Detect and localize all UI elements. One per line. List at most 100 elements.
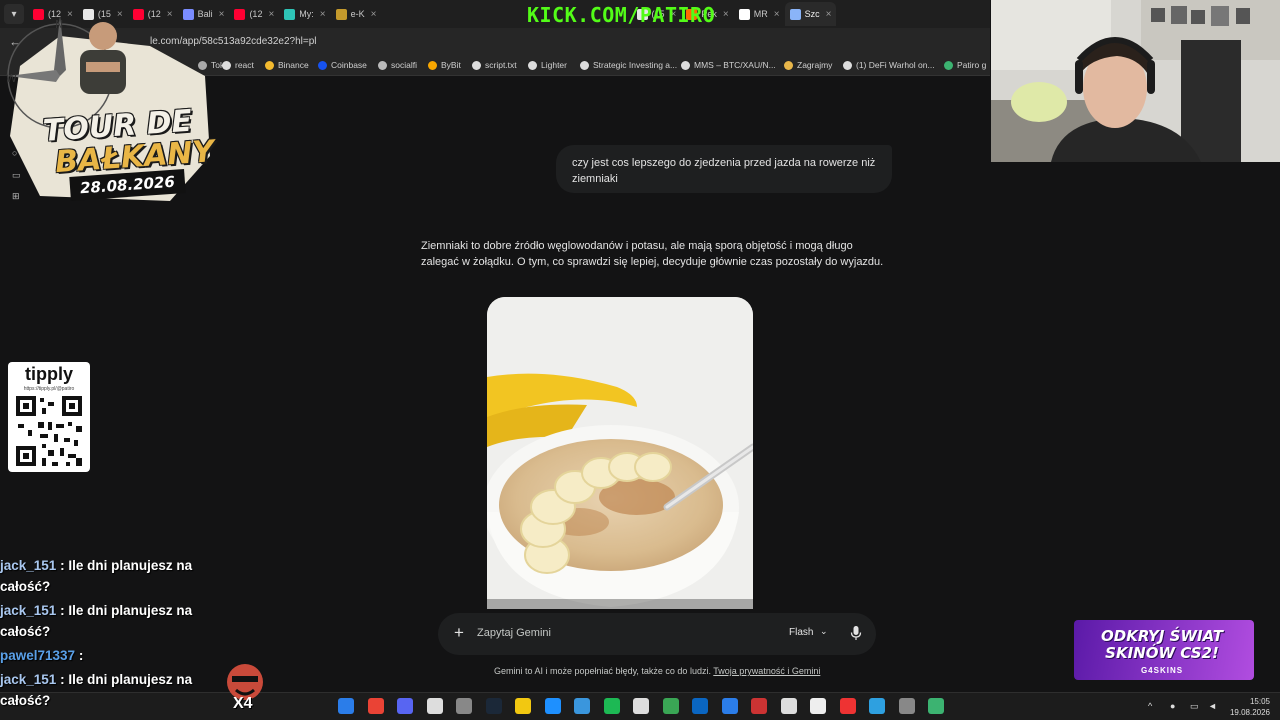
discord-icon[interactable] xyxy=(397,698,413,714)
bookmark-favicon-icon xyxy=(265,60,274,70)
model-selector-label[interactable]: Flash xyxy=(789,627,813,638)
close-tab-icon[interactable]: × xyxy=(826,9,832,20)
chat-username: jack_151 xyxy=(0,603,57,618)
bookmark-item[interactable]: react xyxy=(222,60,254,70)
promo-text-line1: ODKRYJ ŚWIAT xyxy=(1101,627,1223,645)
close-tab-icon[interactable]: × xyxy=(723,9,729,20)
privacy-link[interactable]: Twoja prywatność i Gemini xyxy=(713,666,820,676)
promo-text: ODKRYJ ŚWIAT SKINÓW CS2! xyxy=(1070,628,1254,662)
system-clock[interactable]: 15:05 19.08.2026 xyxy=(1230,696,1270,718)
close-tab-icon[interactable]: × xyxy=(268,9,274,20)
streamer-webcam-image xyxy=(991,0,1280,162)
tab-label: Szc xyxy=(804,9,820,19)
close-tab-icon[interactable]: × xyxy=(371,9,377,20)
app-icon[interactable] xyxy=(810,698,826,714)
app-icon[interactable] xyxy=(839,698,856,714)
user-message-bubble: czy jest cos lepszego do zjedzenia przed… xyxy=(556,145,892,193)
bookmark-favicon-icon xyxy=(222,60,231,70)
chat-text: : xyxy=(78,648,84,663)
bookmark-favicon-icon xyxy=(580,60,589,70)
app-icon[interactable] xyxy=(426,698,443,714)
app-icon[interactable] xyxy=(574,698,590,714)
generated-image-oatmeal[interactable] xyxy=(487,297,753,609)
app-icon[interactable] xyxy=(751,698,767,714)
bookmark-item[interactable]: socialfi xyxy=(378,60,417,70)
browser-tab[interactable]: e-K × xyxy=(331,2,382,26)
site-icon xyxy=(738,8,750,20)
browser-tab[interactable]: Szc × xyxy=(784,2,837,26)
chat-username: pawel71337 xyxy=(0,648,76,663)
bookmark-item[interactable]: Lighter xyxy=(528,60,567,70)
bookmark-item[interactable]: Zagrajmy xyxy=(784,60,832,70)
prompt-input[interactable]: Zapytaj Gemini xyxy=(477,627,551,639)
app-icon[interactable] xyxy=(662,698,679,714)
start-icon[interactable] xyxy=(338,698,354,714)
tray-chevron-icon[interactable]: ^ xyxy=(1148,701,1152,711)
oatmeal-banana-illustration xyxy=(487,297,753,609)
volume-icon[interactable]: ◄ xyxy=(1208,701,1217,711)
clock-time: 15:05 xyxy=(1249,697,1270,706)
browser-tab[interactable]: My: × xyxy=(279,2,330,26)
settings-icon[interactable] xyxy=(456,698,472,714)
bookmark-label: Coinbase xyxy=(331,60,367,70)
promo-brand: G4SKINS xyxy=(1140,666,1184,675)
app-icon[interactable] xyxy=(898,698,915,714)
browser-tab[interactable]: MR × xyxy=(734,2,785,26)
microphone-tray-icon[interactable]: ● xyxy=(1170,701,1175,711)
app-icon[interactable] xyxy=(869,698,885,714)
bookmark-item[interactable]: Patiro g xyxy=(944,60,986,70)
bookmark-favicon-icon xyxy=(428,60,437,70)
chat-message: pawel71337 : xyxy=(0,645,210,666)
stream-chat-overlay: jack_151 : Ile dni planujesz na całość? … xyxy=(0,555,210,714)
bookmark-item[interactable]: MMS – BTC/XAU/N... xyxy=(681,60,776,70)
close-tab-icon[interactable]: × xyxy=(219,9,225,20)
tab-label: MR xyxy=(753,9,768,19)
svg-text:W: W xyxy=(6,72,17,85)
bookmark-item[interactable]: Strategic Investing a... xyxy=(580,60,677,70)
bookmark-item[interactable]: ByBit xyxy=(428,60,461,70)
chat-username: jack_151 xyxy=(0,558,57,573)
close-tab-icon[interactable]: × xyxy=(774,9,780,20)
clock-date: 19.08.2026 xyxy=(1229,708,1270,717)
close-tab-icon[interactable]: × xyxy=(320,9,326,20)
bookmark-favicon-icon xyxy=(843,60,852,70)
bookmark-favicon-icon xyxy=(472,60,481,70)
bookmark-item[interactable]: (1) DeFi Warhol on... xyxy=(843,60,935,70)
microphone-icon[interactable] xyxy=(850,625,862,641)
bookmark-item[interactable]: Coinbase xyxy=(318,60,367,70)
model-reply-text: Ziemniaki to dobre źródło węglowodanów i… xyxy=(421,240,884,268)
site-icon xyxy=(335,8,347,20)
tipply-donation-card: tipply https://tipply.pl/@patiro xyxy=(8,362,90,472)
bookmark-label: react xyxy=(235,60,254,70)
bookmark-label: MMS – BTC/XAU/N... xyxy=(694,60,776,70)
file-explorer-icon[interactable] xyxy=(515,698,531,714)
user-message-text: czy jest cos lepszego do zjedzenia przed… xyxy=(572,157,876,185)
prompt-input-bar: + Zapytaj Gemini Flash ⌄ xyxy=(438,613,876,655)
steam-icon[interactable] xyxy=(485,698,502,714)
app-icon[interactable] xyxy=(544,698,561,714)
webcam-feed xyxy=(991,0,1280,162)
spotify-icon[interactable] xyxy=(603,698,620,714)
app-icon[interactable] xyxy=(928,698,944,714)
tab-label: My: xyxy=(299,9,314,19)
add-attachment-plus-icon[interactable]: + xyxy=(454,623,464,643)
app-icon[interactable] xyxy=(721,698,738,714)
app-icon[interactable] xyxy=(780,698,797,714)
qr-code-icon xyxy=(12,394,86,470)
bookmark-favicon-icon xyxy=(784,60,793,70)
tab-label: e-K xyxy=(350,9,365,19)
bookmark-label: script.txt xyxy=(485,60,517,70)
gemini-icon xyxy=(789,8,801,20)
browser-tab[interactable]: (12 × xyxy=(229,2,279,26)
chevron-down-icon[interactable]: ⌄ xyxy=(820,626,828,637)
network-icon[interactable]: ▭ xyxy=(1190,701,1199,712)
svg-text:N: N xyxy=(55,18,63,31)
bookmark-item[interactable]: script.txt xyxy=(472,60,517,70)
youtube-icon xyxy=(234,8,246,20)
bookmark-item[interactable]: Binance xyxy=(265,60,309,70)
app-icon[interactable] xyxy=(692,698,708,714)
disclaimer-text: Gemini to AI i może popełniać błędy, tak… xyxy=(494,666,714,676)
app-icon[interactable] xyxy=(633,698,649,714)
chrome-icon[interactable] xyxy=(367,698,384,714)
bookmark-label: ByBit xyxy=(441,60,461,70)
